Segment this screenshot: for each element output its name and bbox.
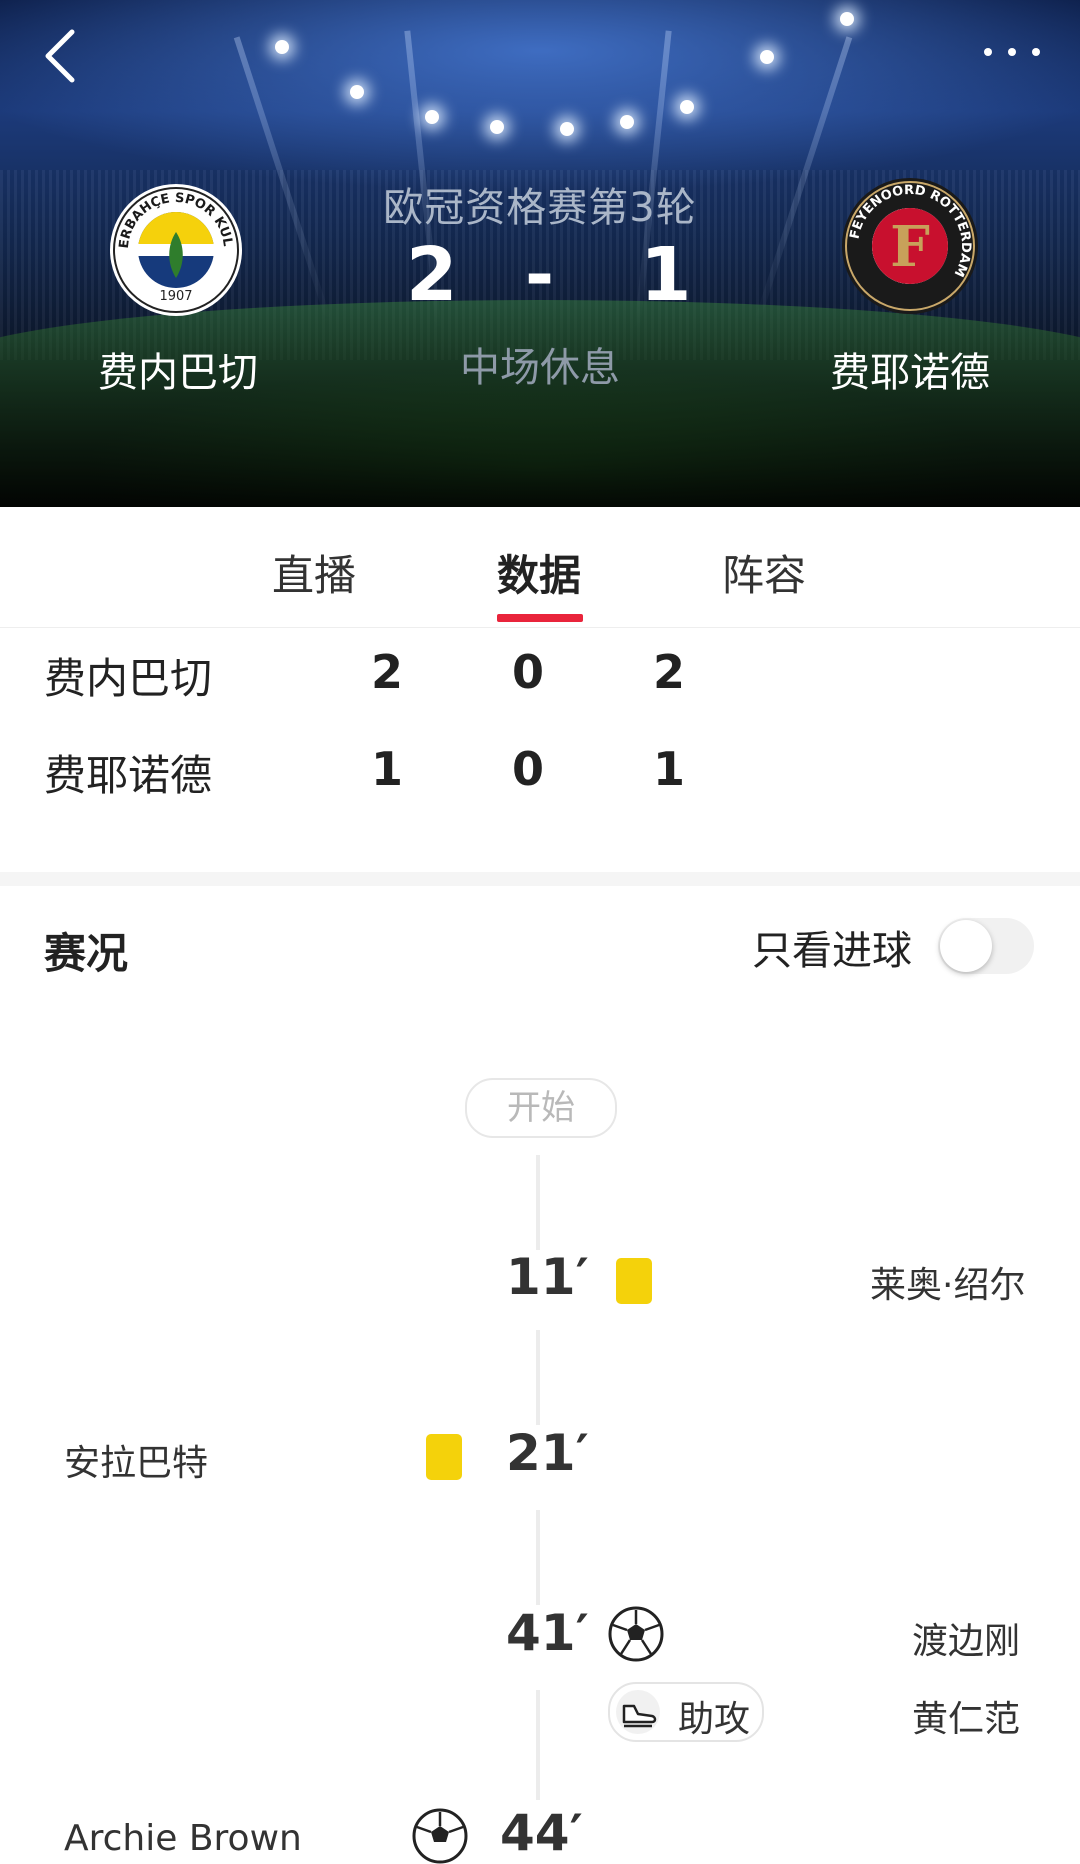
score-table-team: 费耶诺德 [44, 751, 213, 800]
match-header: 欧冠资格赛第3轮 FENERBAHÇE SPOR KULÜBÜ 1907 费内巴… [0, 0, 1080, 507]
soccer-ball-icon [608, 1606, 664, 1662]
stadium-light [425, 110, 439, 124]
section-divider [0, 872, 1080, 886]
stadium-pitch [0, 300, 1080, 507]
more-dots-icon [1008, 48, 1016, 56]
more-options-button[interactable] [980, 42, 1050, 62]
stadium-light [840, 12, 854, 26]
tab-stats[interactable]: 数据 [497, 542, 581, 603]
away-score: 1 [640, 232, 692, 318]
more-dots-icon [1032, 48, 1040, 56]
timeline-line [536, 1510, 540, 1605]
score-table-value: 2 [652, 645, 685, 699]
timeline-line [536, 1155, 540, 1250]
fenerbahce-crest-icon: FENERBAHÇE SPOR KULÜBÜ 1907 [103, 170, 242, 316]
events-section-title: 赛况 [44, 929, 129, 978]
score-table-value: 0 [511, 645, 544, 699]
home-score: 2 [406, 232, 458, 318]
event-minute: 44′ [500, 1804, 583, 1862]
stadium-light [490, 120, 504, 134]
assist-player[interactable]: 黄仁范 [912, 1690, 1020, 1742]
event-minute: 41′ [506, 1604, 589, 1662]
event-player[interactable]: 安拉巴特 [64, 1434, 208, 1486]
tab-lineup[interactable]: 阵容 [722, 542, 806, 603]
yellow-card-icon [616, 1258, 652, 1304]
away-team-name: 费耶诺德 [830, 350, 990, 396]
home-logo-year: 1907 [159, 289, 192, 304]
back-button[interactable] [38, 26, 88, 86]
score-table-team: 费内巴切 [44, 654, 213, 703]
assist-label: 助攻 [678, 1699, 751, 1740]
score-table-value: 1 [370, 742, 403, 796]
chevron-left-icon [45, 29, 75, 83]
event-minute: 11′ [506, 1248, 589, 1306]
score-table-value: 2 [370, 645, 403, 699]
boot-icon [616, 1690, 660, 1734]
away-logo-letter: F [890, 214, 930, 280]
timeline-line [536, 1330, 540, 1425]
tab-bar: 直播 数据 阵容 [0, 507, 1080, 628]
stadium-light [350, 85, 364, 99]
event-player[interactable]: 莱奥·绍尔 [870, 1256, 1025, 1308]
timeline-line [536, 1690, 540, 1800]
event-player[interactable]: Archie Brown [64, 1818, 302, 1859]
away-team-logo[interactable]: FEYENOORD ROTTERDAM F [840, 176, 980, 320]
yellow-card-icon [426, 1434, 462, 1480]
toggle-knob [940, 920, 992, 972]
tab-live[interactable]: 直播 [272, 542, 356, 603]
assist-badge: 助攻 [608, 1682, 764, 1742]
kickoff-marker: 开始 [465, 1078, 617, 1138]
stadium-light [680, 100, 694, 114]
event-minute: 21′ [506, 1424, 589, 1482]
goals-only-toggle[interactable] [938, 918, 1034, 974]
score-separator: - [525, 234, 555, 316]
stadium-light [560, 122, 574, 136]
event-player[interactable]: 渡边刚 [912, 1612, 1020, 1664]
active-tab-indicator [497, 614, 583, 622]
home-team-logo[interactable]: FENERBAHÇE SPOR KULÜBÜ 1907 [103, 170, 244, 322]
score-table-value: 1 [652, 742, 685, 796]
soccer-ball-icon [412, 1808, 468, 1864]
score-table-row: 费内巴切 2 0 2 [0, 645, 1080, 725]
stadium-light [760, 50, 774, 64]
score-table-row: 费耶诺德 1 0 1 [0, 742, 1080, 822]
feyenoord-crest-icon: FEYENOORD ROTTERDAM F [842, 178, 978, 314]
goals-only-label: 只看进球 [752, 928, 912, 974]
score-table-value: 0 [511, 742, 544, 796]
stadium-light [275, 40, 289, 54]
stadium-light [620, 115, 634, 129]
more-dots-icon [984, 48, 992, 56]
